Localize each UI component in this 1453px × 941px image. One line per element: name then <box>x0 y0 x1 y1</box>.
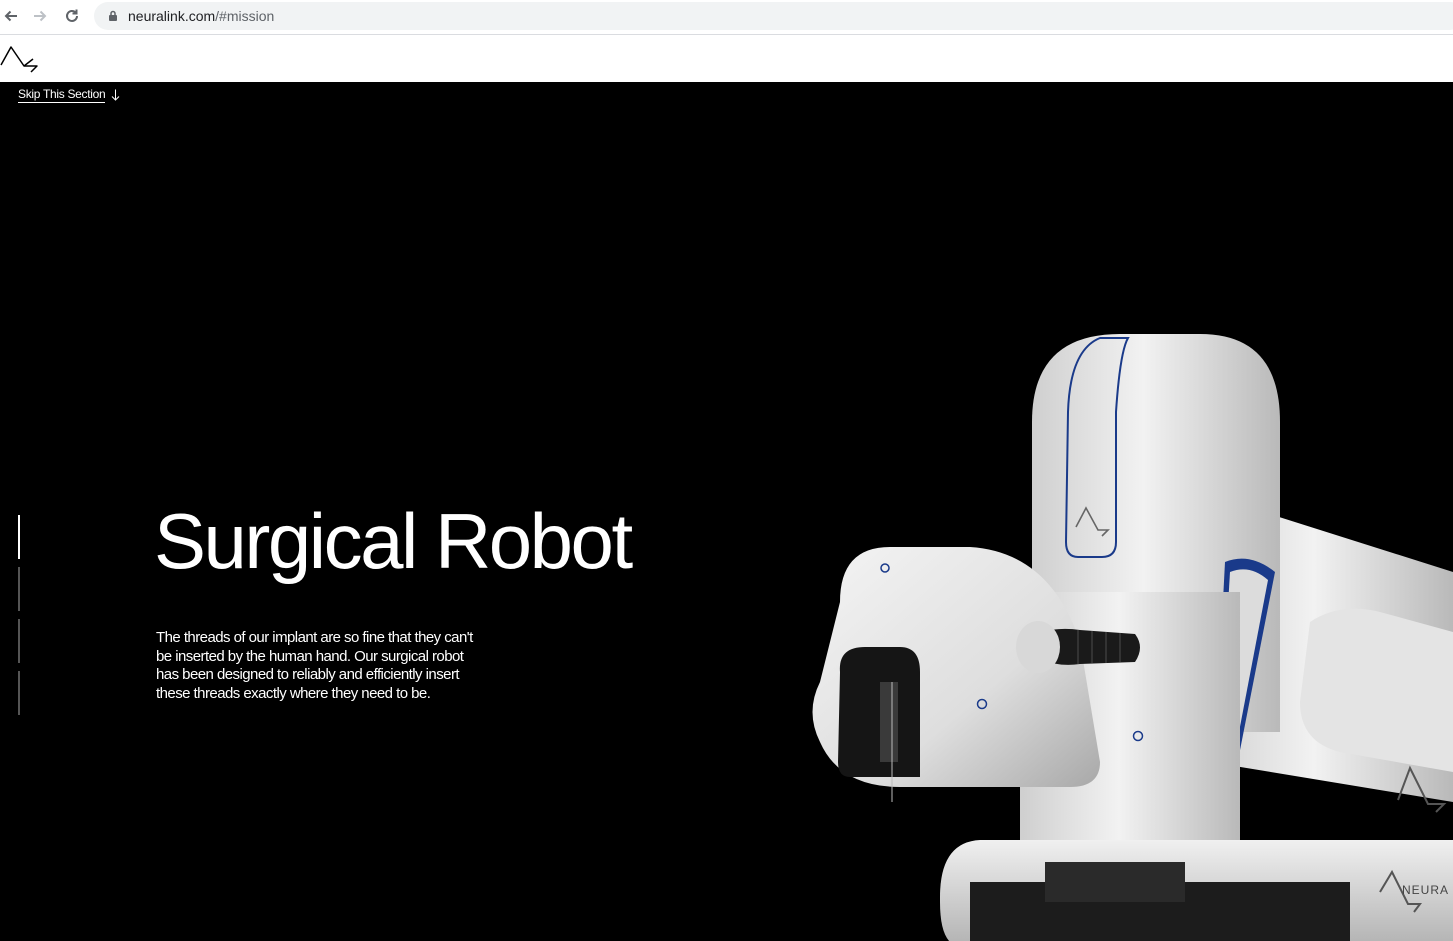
url-path: /#mission <box>215 8 275 24</box>
hero-title: Surgical Robot <box>154 497 633 585</box>
skip-section-link[interactable]: Skip This Section <box>18 87 120 103</box>
back-arrow-icon <box>4 10 17 22</box>
section-indicators <box>18 515 20 723</box>
forward-button[interactable] <box>29 5 51 27</box>
section-indicator-1[interactable] <box>18 515 20 559</box>
site-header <box>0 35 1453 82</box>
section-indicator-2[interactable] <box>18 567 20 611</box>
lock-icon <box>109 10 117 21</box>
section-indicator-3[interactable] <box>18 619 20 663</box>
url-text: neuralink.com/#mission <box>128 8 274 24</box>
surgical-robot-image: NEURA <box>812 334 1453 941</box>
neuralink-logo-icon[interactable] <box>0 45 42 73</box>
address-bar[interactable]: neuralink.com/#mission <box>94 2 1453 30</box>
robot-brand-text: NEURA <box>1402 883 1449 897</box>
forward-arrow-icon <box>34 10 47 22</box>
section-indicator-4[interactable] <box>18 671 20 715</box>
hero-section: Skip This Section Surgical Robot The thr… <box>0 82 1453 941</box>
skip-section-label: Skip This Section <box>18 87 106 103</box>
back-button[interactable] <box>0 5 22 27</box>
arrow-down-icon <box>112 89 120 101</box>
hero-description: The threads of our implant are so fine t… <box>156 629 473 702</box>
browser-toolbar: neuralink.com/#mission <box>0 0 1453 35</box>
reload-button[interactable] <box>61 5 83 27</box>
reload-icon <box>66 9 78 22</box>
url-domain: neuralink.com <box>128 8 216 24</box>
